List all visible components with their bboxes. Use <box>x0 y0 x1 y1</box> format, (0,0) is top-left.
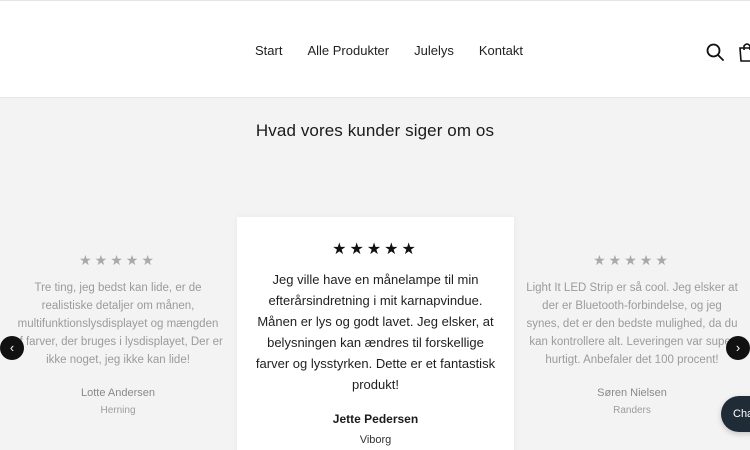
review-author: Søren Nielsen <box>597 387 667 399</box>
review-text: Tre ting, jeg bedst kan lide, er de real… <box>13 282 223 366</box>
review-author: Lotte Andersen <box>80 387 155 399</box>
review-city: Viborg <box>359 434 392 446</box>
section-title: Hvad vores kunder siger om os <box>255 121 495 140</box>
review-city: Herning <box>100 405 136 416</box>
chat-button[interactable]: Chat <box>721 396 750 432</box>
nav-item-alle-produkter[interactable]: Alle Produkter <box>307 43 389 58</box>
star-rating: ★★★★★ <box>593 252 671 268</box>
review-card-right: ★★★★★ Light It LED Strip er så cool. Jeg… <box>514 236 750 450</box>
review-text: Jeg ville have en månelampe til min efte… <box>255 272 496 392</box>
star-rating: ★★★★★ <box>332 241 419 258</box>
search-icon[interactable] <box>706 43 724 61</box>
nav-item-julelys[interactable]: Julelys <box>414 43 454 58</box>
review-card-active: ★★★★★ Jeg ville have en månelampe til mi… <box>237 217 514 450</box>
review-author: Jette Pedersen <box>332 412 419 426</box>
review-card-left: ★★★★★ Tre ting, jeg bedst kan lide, er d… <box>0 236 236 450</box>
star-rating: ★★★★★ <box>79 252 157 268</box>
review-city: Randers <box>613 405 651 416</box>
cart-icon[interactable] <box>738 42 750 62</box>
carousel-next-button[interactable]: › <box>726 336 750 360</box>
carousel-prev-button[interactable]: ‹ <box>0 336 24 360</box>
main-nav: Start Alle Produkter Julelys Kontakt <box>255 43 523 58</box>
nav-item-kontakt[interactable]: Kontakt <box>479 43 523 58</box>
review-text: Light It LED Strip er så cool. Jeg elske… <box>526 282 738 366</box>
nav-item-start[interactable]: Start <box>255 43 282 58</box>
site-header: Start Alle Produkter Julelys Kontakt <box>0 0 750 98</box>
